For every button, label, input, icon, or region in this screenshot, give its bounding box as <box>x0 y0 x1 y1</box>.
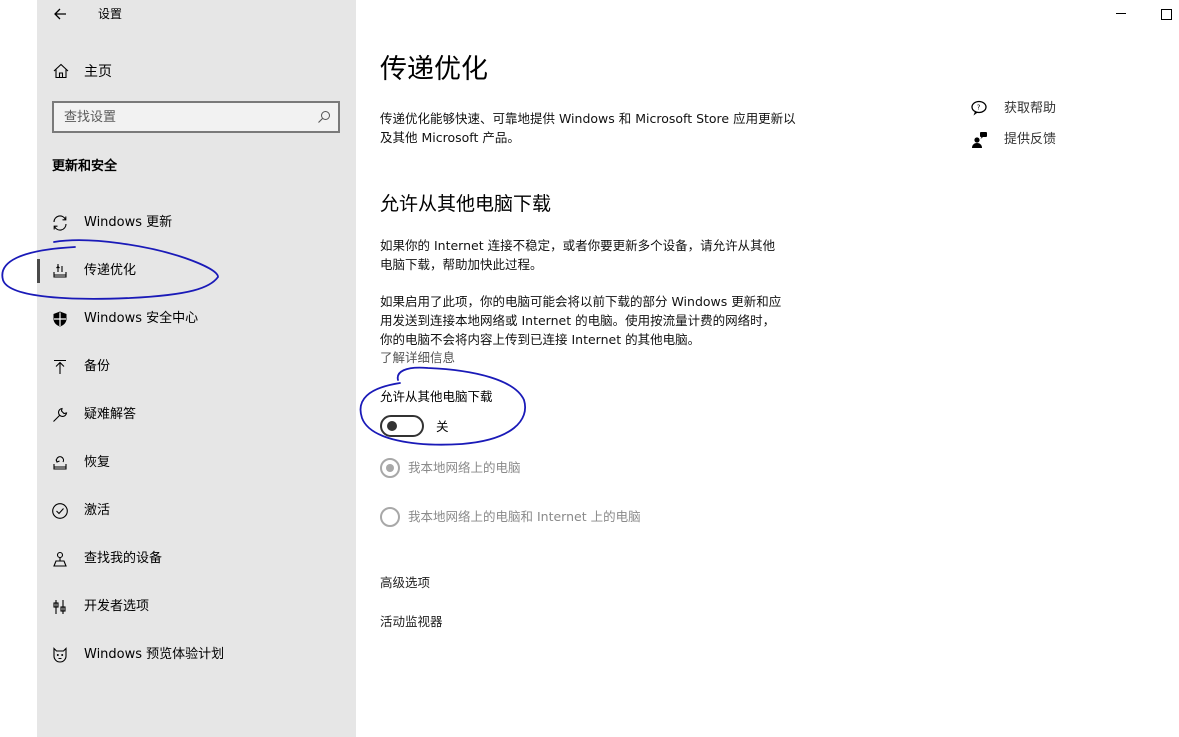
toggle-state-label: 关 <box>436 418 449 436</box>
sidebar-home-label: 主页 <box>84 61 112 81</box>
radio-local-and-internet[interactable] <box>380 507 400 527</box>
radio-local-network[interactable] <box>380 458 400 478</box>
feedback-person-icon <box>970 131 990 149</box>
sidebar-item-troubleshoot[interactable]: 疑难解答 <box>37 395 356 435</box>
sidebar-item-windows-security[interactable]: Windows 安全中心 <box>37 299 356 339</box>
active-indicator <box>37 259 40 283</box>
back-arrow-icon[interactable] <box>52 4 70 24</box>
sync-icon <box>51 214 69 232</box>
sidebar-item-find-my-device[interactable]: 查找我的设备 <box>37 539 356 579</box>
description-line: 及其他 Microsoft 产品。 <box>380 128 840 147</box>
backup-arrow-icon <box>51 358 69 376</box>
sidebar-item-backup[interactable]: 备份 <box>37 347 356 387</box>
check-circle-icon <box>51 502 69 520</box>
give-feedback-label: 提供反馈 <box>1004 131 1056 149</box>
search-icon[interactable] <box>316 109 332 125</box>
help-chat-icon: ? <box>970 100 990 118</box>
allow-downloads-toggle[interactable] <box>380 415 424 437</box>
sidebar-item-windows-insider[interactable]: Windows 预览体验计划 <box>37 635 356 675</box>
advanced-options-link[interactable]: 高级选项 <box>380 574 430 592</box>
insider-cat-icon <box>51 646 69 664</box>
search-input[interactable] <box>64 108 304 126</box>
window-title: 设置 <box>98 6 122 22</box>
search-box[interactable] <box>52 101 340 133</box>
sidebar-item-recovery[interactable]: 恢复 <box>37 443 356 483</box>
sidebar-item-delivery-optimization[interactable]: 传递优化 <box>37 251 356 291</box>
activity-monitor-link[interactable]: 活动监视器 <box>380 613 443 631</box>
paragraph-line: 电脑下载，帮助加快此过程。 <box>380 255 840 274</box>
paragraph-line: 用发送到连接本地网络或 Internet 的电脑。使用按流量计费的网络时， <box>380 311 840 330</box>
paragraph-line: 如果启用了此项，你的电脑可能会将以前下载的部分 Windows 更新和应 <box>380 292 840 311</box>
sidebar-item-label: Windows 预览体验计划 <box>84 646 224 664</box>
sidebar-item-label: 备份 <box>84 358 110 376</box>
sidebar-item-label: 疑难解答 <box>84 406 136 424</box>
sidebar-item-label: Windows 更新 <box>84 214 172 232</box>
sidebar-home[interactable]: 主页 <box>52 60 70 82</box>
delivery-optimization-icon <box>51 262 69 280</box>
paragraph-unstable-connection: 如果你的 Internet 连接不稳定，或者你要更新多个设备，请允许从其他 电脑… <box>380 236 840 274</box>
wrench-icon <box>51 406 69 424</box>
section-heading: 允许从其他电脑下载 <box>380 191 551 217</box>
find-device-icon <box>51 550 69 568</box>
home-icon <box>52 62 70 80</box>
maximize-icon[interactable] <box>1160 6 1174 20</box>
paragraph-line: 你的电脑不会将内容上传到已连接 Internet 的其他电脑。 <box>380 330 840 349</box>
sidebar-item-label: 恢复 <box>84 454 110 472</box>
description-line: 传递优化能够快速、可靠地提供 Windows 和 Microsoft Store… <box>380 109 840 128</box>
get-help-label: 获取帮助 <box>1004 100 1056 118</box>
sidebar-item-label: 查找我的设备 <box>84 550 162 568</box>
paragraph-line: 如果你的 Internet 连接不稳定，或者你要更新多个设备，请允许从其他 <box>380 236 840 255</box>
paragraph-upload-info: 如果启用了此项，你的电脑可能会将以前下载的部分 Windows 更新和应 用发送… <box>380 292 840 349</box>
learn-more-link[interactable]: 了解详细信息 <box>380 349 455 367</box>
page-description: 传递优化能够快速、可靠地提供 Windows 和 Microsoft Store… <box>380 109 840 147</box>
toggle-label: 允许从其他电脑下载 <box>380 388 493 406</box>
sidebar-item-activation[interactable]: 激活 <box>37 491 356 531</box>
shield-icon <box>51 310 69 328</box>
recovery-icon <box>51 454 69 472</box>
developer-icon <box>51 598 69 616</box>
sidebar-item-windows-update[interactable]: Windows 更新 <box>37 203 356 243</box>
radio-local-network-label[interactable]: 我本地网络上的电脑 <box>408 459 521 477</box>
page-title: 传递优化 <box>380 52 488 88</box>
sidebar-item-label: 开发者选项 <box>84 598 149 616</box>
left-margin <box>0 0 37 737</box>
svg-text:?: ? <box>977 104 981 112</box>
section-title: 更新和安全 <box>52 155 117 174</box>
minimize-icon[interactable] <box>1114 6 1128 20</box>
sidebar-item-label: 传递优化 <box>84 262 136 280</box>
sidebar-item-developer-options[interactable]: 开发者选项 <box>37 587 356 627</box>
radio-local-and-internet-label[interactable]: 我本地网络上的电脑和 Internet 上的电脑 <box>408 508 641 526</box>
sidebar-item-label: 激活 <box>84 502 110 520</box>
toggle-knob <box>387 421 397 431</box>
sidebar-item-label: Windows 安全中心 <box>84 310 198 328</box>
